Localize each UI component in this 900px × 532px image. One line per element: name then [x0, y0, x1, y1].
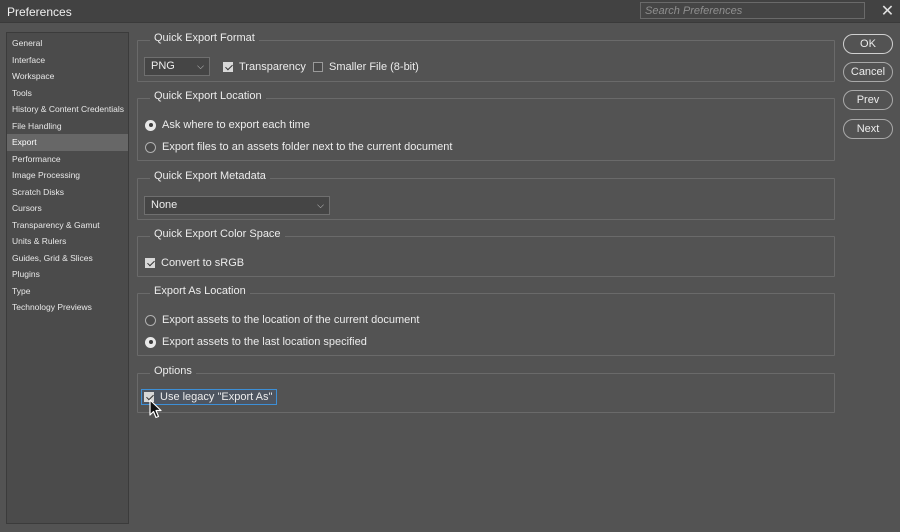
sidebar-item-workspace[interactable]: Workspace [7, 68, 128, 85]
next-button[interactable]: Next [843, 119, 893, 139]
location-option-1-row[interactable]: Ask where to export each time [145, 119, 310, 131]
quick-export-metadata-title: Quick Export Metadata [150, 170, 270, 182]
quick-export-format-title: Quick Export Format [150, 32, 259, 44]
sidebar-item-performance[interactable]: Performance [7, 151, 128, 168]
sidebar-item-history-content-credentials[interactable]: History & Content Credentials [7, 101, 128, 118]
window-title: Preferences [7, 5, 72, 19]
sidebar-item-image-processing[interactable]: Image Processing [7, 167, 128, 184]
location-option-2-radio[interactable] [145, 141, 156, 153]
metadata-select-value: None [151, 199, 178, 211]
quick-export-location-group: Quick Export Location Ask where to expor… [137, 90, 835, 161]
exportas-option-2-radio[interactable] [145, 336, 156, 348]
format-select[interactable]: PNG ⌵ [144, 57, 210, 76]
sidebar-item-transparency-gamut[interactable]: Transparency & Gamut [7, 217, 128, 234]
export-as-location-title: Export As Location [150, 285, 250, 297]
prev-button[interactable]: Prev [843, 90, 893, 110]
sidebar-item-plugins[interactable]: Plugins [7, 266, 128, 283]
sidebar-item-file-handling[interactable]: File Handling [7, 118, 128, 135]
chevron-down-icon: ⌵ [317, 200, 324, 210]
format-select-value: PNG [151, 60, 175, 72]
sidebar-item-tools[interactable]: Tools [7, 85, 128, 102]
quick-export-location-title: Quick Export Location [150, 90, 266, 102]
smaller-file-label: Smaller File (8-bit) [329, 61, 419, 73]
sidebar-item-export[interactable]: Export [7, 134, 128, 151]
smaller-file-checkbox-row[interactable]: Smaller File (8-bit) [313, 61, 419, 73]
sidebar-item-technology-previews[interactable]: Technology Previews [7, 299, 128, 316]
sidebar-item-general[interactable]: General [7, 35, 128, 52]
options-group: Options Use legacy "Export As" [137, 365, 835, 413]
export-as-location-group: Export As Location Export assets to the … [137, 285, 835, 356]
exportas-option-1-radio[interactable] [145, 314, 156, 326]
transparency-label: Transparency [239, 61, 306, 73]
sidebar-item-interface[interactable]: Interface [7, 52, 128, 69]
smaller-file-checkbox[interactable] [313, 62, 323, 72]
sidebar-item-type[interactable]: Type [7, 283, 128, 300]
transparency-checkbox[interactable] [223, 62, 233, 72]
exportas-option-2-row[interactable]: Export assets to the last location speci… [145, 336, 367, 348]
use-legacy-export-as-label: Use legacy "Export As" [160, 391, 273, 403]
location-option-2-row[interactable]: Export files to an assets folder next to… [145, 141, 452, 153]
convert-srgb-checkbox[interactable] [145, 258, 155, 268]
quick-export-color-space-group: Quick Export Color Space Convert to sRGB [137, 228, 835, 277]
sidebar-item-scratch-disks[interactable]: Scratch Disks [7, 184, 128, 201]
exportas-option-2-label: Export assets to the last location speci… [162, 336, 367, 348]
options-title: Options [150, 365, 196, 377]
preferences-sidebar: General Interface Workspace Tools History & … [6, 32, 129, 524]
sidebar-item-units-rulers[interactable]: Units & Rulers [7, 233, 128, 250]
location-option-1-label: Ask where to export each time [162, 119, 310, 131]
quick-export-format-group: Quick Export Format PNG ⌵ Transparency S… [137, 32, 835, 82]
sidebar-item-guides-grid-slices[interactable]: Guides, Grid & Slices [7, 250, 128, 267]
metadata-select[interactable]: None ⌵ [144, 196, 330, 215]
close-icon[interactable]: ✕ [879, 3, 896, 20]
chevron-down-icon: ⌵ [197, 61, 204, 71]
location-option-1-radio[interactable] [145, 119, 156, 131]
title-bar: Preferences ✕ [0, 0, 900, 23]
location-option-2-label: Export files to an assets folder next to… [162, 141, 453, 153]
mouse-pointer-icon [149, 399, 162, 419]
convert-srgb-checkbox-row[interactable]: Convert to sRGB [145, 257, 244, 269]
exportas-option-1-label: Export assets to the location of the cur… [162, 314, 420, 326]
transparency-checkbox-row[interactable]: Transparency [223, 61, 306, 73]
search-preferences-input[interactable] [640, 2, 865, 19]
exportas-option-1-row[interactable]: Export assets to the location of the cur… [145, 314, 419, 326]
cancel-button[interactable]: Cancel [843, 62, 893, 82]
sidebar-item-cursors[interactable]: Cursors [7, 200, 128, 217]
ok-button[interactable]: OK [843, 34, 893, 54]
quick-export-metadata-group: Quick Export Metadata None ⌵ [137, 170, 835, 220]
convert-srgb-label: Convert to sRGB [161, 257, 245, 269]
quick-export-color-space-title: Quick Export Color Space [150, 228, 285, 240]
